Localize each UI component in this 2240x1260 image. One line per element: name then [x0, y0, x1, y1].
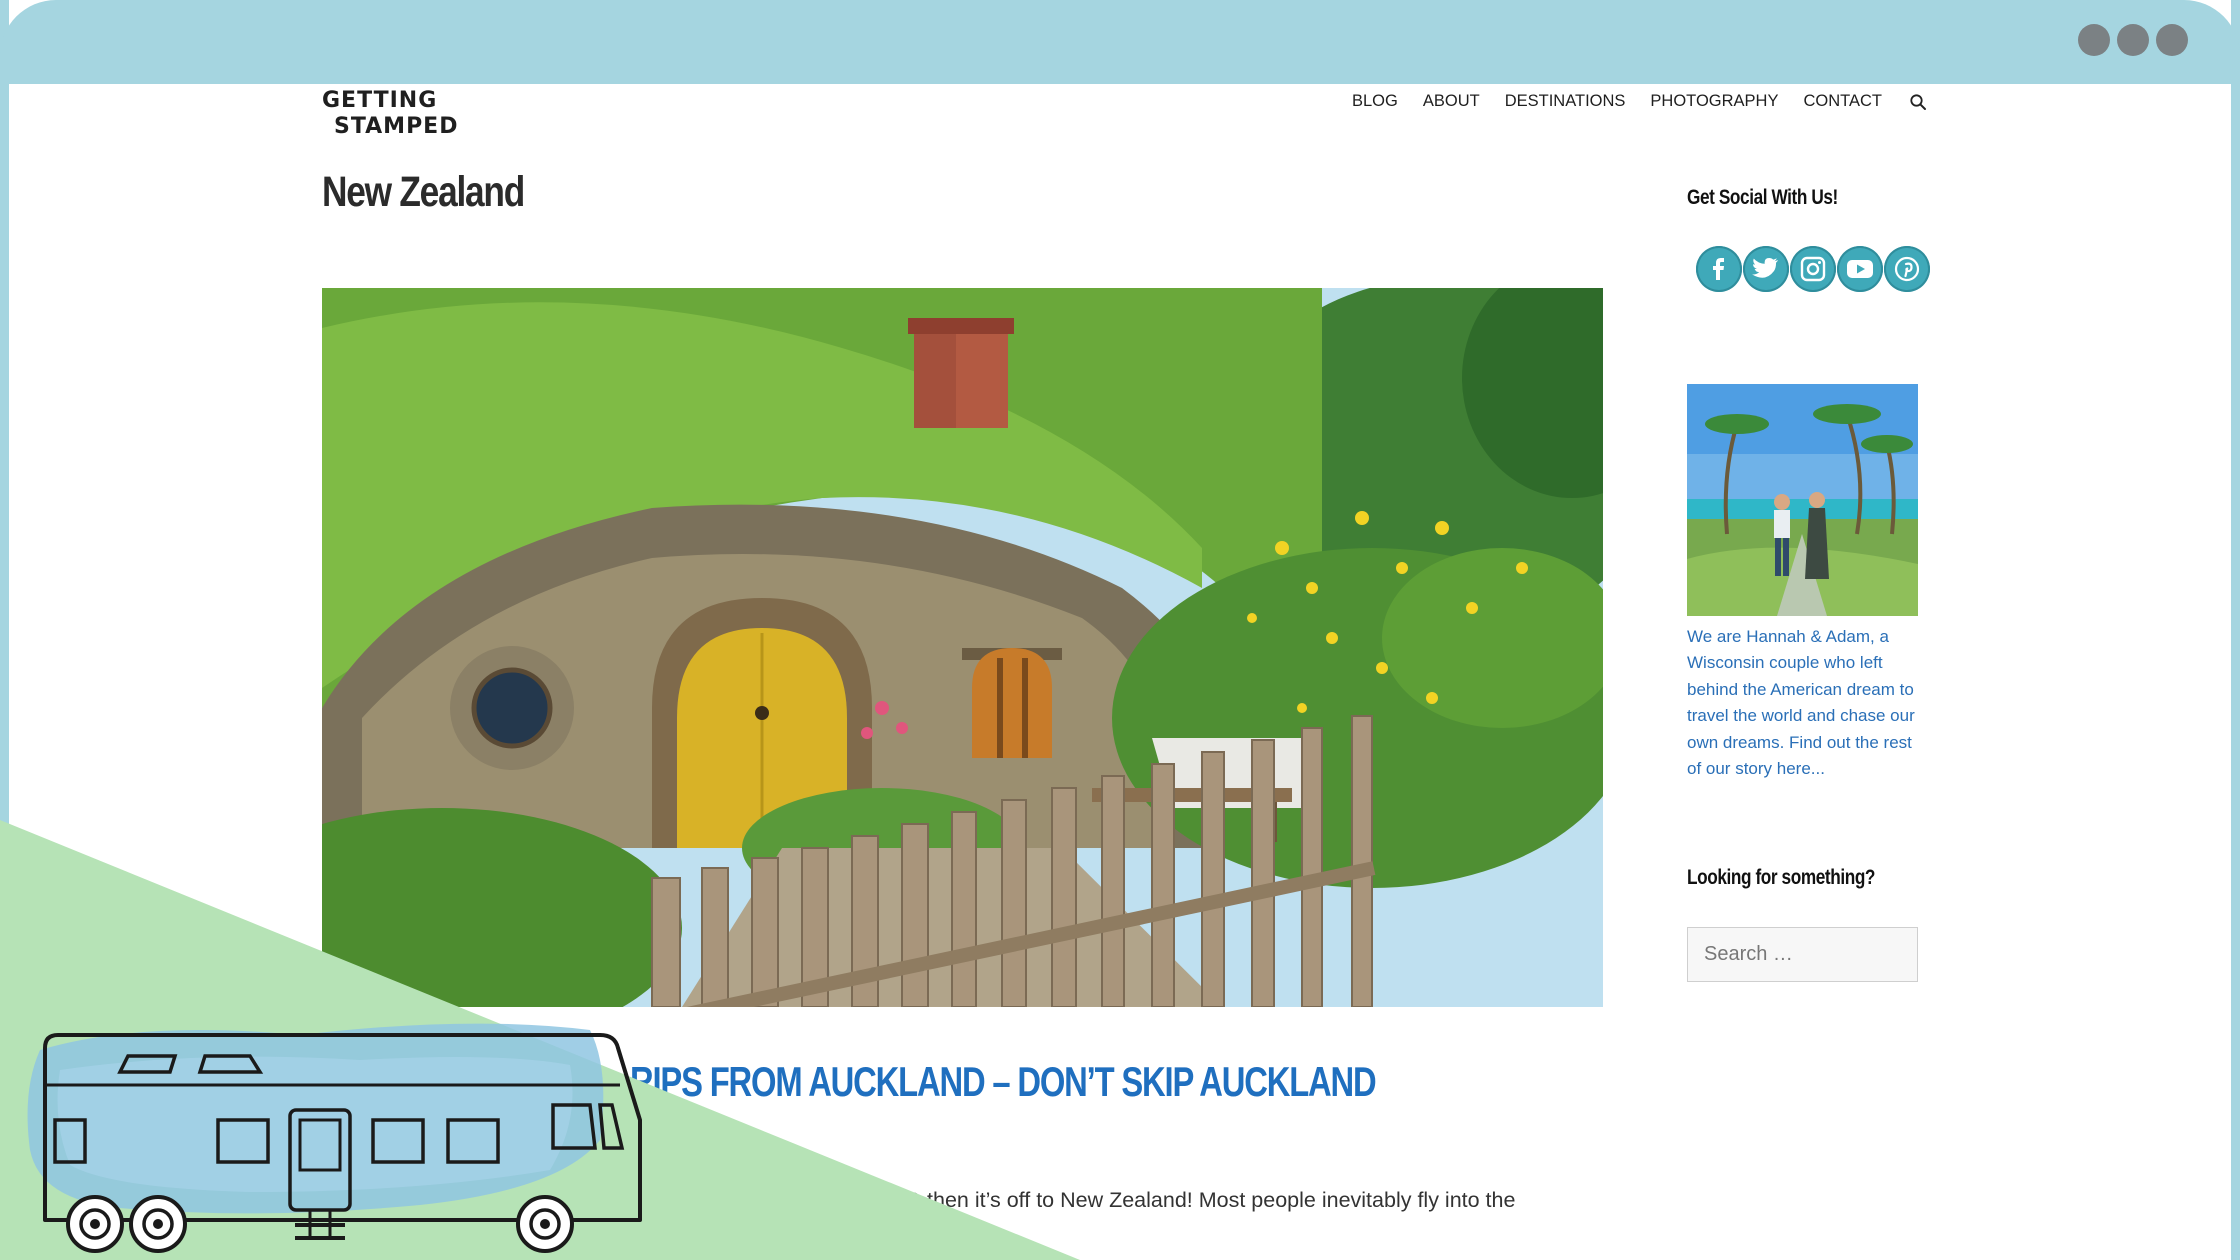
nav-item-destinations[interactable]: DESTINATIONS — [1505, 92, 1626, 111]
about-blurb-link[interactable]: We are Hannah & Adam, a Wisconsin couple… — [1687, 624, 1927, 782]
window-controls — [2078, 24, 2188, 56]
browser-title-bar — [0, 0, 2240, 84]
social-widget-title: Get Social With Us! — [1687, 186, 1838, 209]
search-input[interactable] — [1687, 927, 1918, 982]
youtube-icon[interactable] — [1837, 246, 1883, 292]
window-dot-icon[interactable] — [2078, 24, 2110, 56]
about-photo-couple[interactable] — [1687, 384, 1918, 616]
main-nav: BLOG ABOUT DESTINATIONS PHOTOGRAPHY CONT… — [1352, 92, 1927, 111]
page-title: New Zealand — [322, 168, 525, 216]
nav-item-contact[interactable]: CONTACT — [1803, 92, 1882, 111]
site-logo[interactable]: GETTING STAMPED — [322, 88, 458, 140]
nav-item-about[interactable]: ABOUT — [1423, 92, 1480, 111]
browser-frame-right — [2231, 0, 2240, 1260]
pinterest-icon[interactable] — [1884, 246, 1930, 292]
logo-line-1: GETTING — [322, 88, 438, 113]
nav-item-photography[interactable]: PHOTOGRAPHY — [1650, 92, 1778, 111]
social-icons — [1696, 246, 1930, 292]
rv-camper-overlay — [0, 820, 1080, 1260]
nav-item-blog[interactable]: BLOG — [1352, 92, 1398, 111]
logo-line-2: STAMPED — [334, 114, 459, 139]
window-dot-icon[interactable] — [2156, 24, 2188, 56]
twitter-icon[interactable] — [1743, 246, 1789, 292]
facebook-icon[interactable] — [1696, 246, 1742, 292]
search-widget-title: Looking for something? — [1687, 866, 1876, 889]
instagram-icon[interactable] — [1790, 246, 1836, 292]
window-dot-icon[interactable] — [2117, 24, 2149, 56]
search-icon[interactable] — [1909, 93, 1927, 111]
